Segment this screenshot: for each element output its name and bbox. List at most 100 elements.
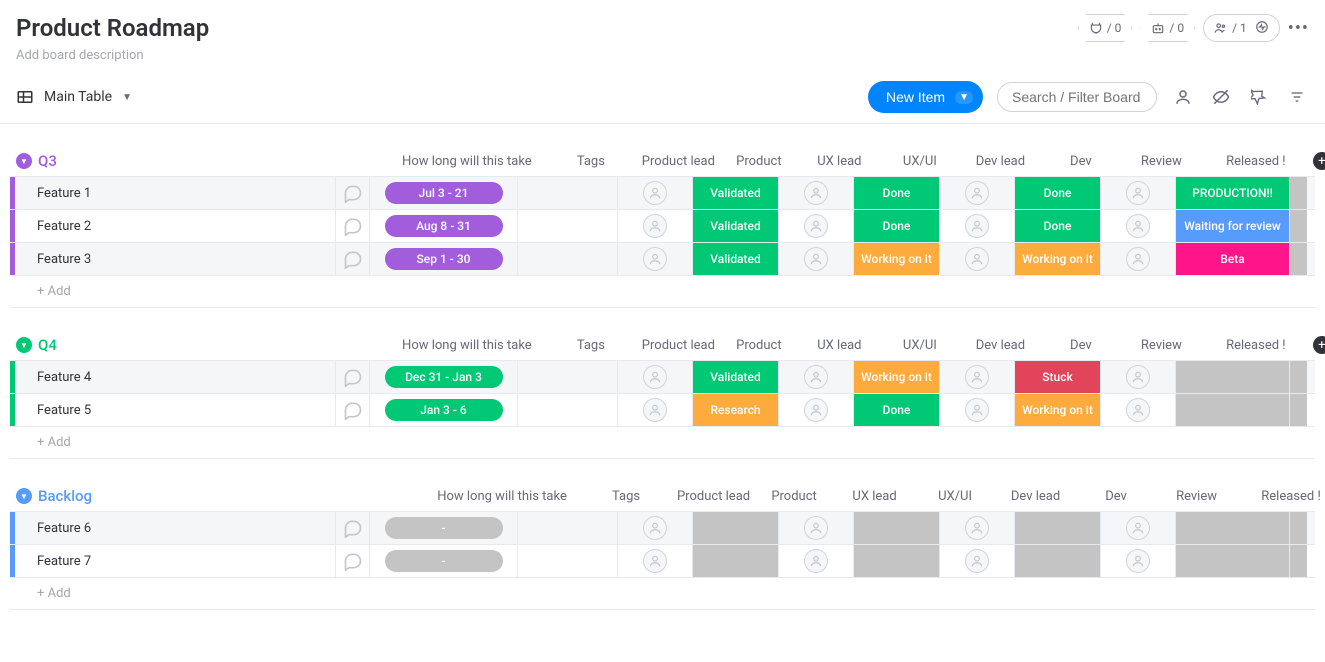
more-menu-button[interactable]: ••• (1288, 18, 1309, 39)
status-cell[interactable] (692, 512, 778, 544)
item-name[interactable]: Feature 4 (15, 370, 335, 385)
column-header[interactable]: Tags (541, 338, 641, 353)
item-name[interactable]: Feature 5 (15, 403, 335, 418)
person-cell[interactable] (1100, 394, 1175, 426)
person-cell[interactable] (617, 361, 692, 393)
status-cell[interactable] (1014, 512, 1100, 544)
item-name[interactable]: Feature 6 (15, 521, 335, 536)
tags-cell[interactable] (517, 545, 617, 577)
status-cell[interactable]: Done (853, 177, 939, 209)
chevron-down-icon[interactable]: ▼ (955, 91, 973, 104)
table-row[interactable]: Feature 5 Jan 3 - 6 Research Done Workin… (10, 393, 1315, 426)
person-cell[interactable] (939, 210, 1014, 242)
status-cell[interactable]: Working on it (1014, 243, 1100, 275)
timeline-cell[interactable]: Jan 3 - 6 (369, 394, 517, 426)
chat-button[interactable] (335, 243, 369, 275)
column-header[interactable]: Product (716, 154, 802, 169)
status-cell[interactable]: Stuck (1014, 361, 1100, 393)
status-cell[interactable] (1175, 361, 1289, 393)
person-cell[interactable] (939, 394, 1014, 426)
tags-cell[interactable] (517, 210, 617, 242)
status-cell[interactable] (1175, 512, 1289, 544)
members-badge[interactable]: / 1 (1203, 14, 1280, 42)
status-cell[interactable]: Done (1014, 210, 1100, 242)
status-cell[interactable] (1014, 545, 1100, 577)
collapse-button[interactable]: ▼ (16, 153, 32, 169)
timeline-cell[interactable]: - (369, 545, 517, 577)
integrations-badge[interactable]: / 0 (1078, 14, 1133, 42)
group-title[interactable]: Q4 (38, 336, 57, 354)
person-cell[interactable] (939, 177, 1014, 209)
add-item-row[interactable]: + Add (10, 275, 1315, 308)
status-cell[interactable]: Working on it (853, 243, 939, 275)
column-header[interactable]: Tags (576, 489, 676, 504)
item-name[interactable]: Feature 2 (15, 219, 335, 234)
column-header[interactable]: UX/UI (877, 154, 963, 169)
tags-cell[interactable] (517, 243, 617, 275)
column-header[interactable]: Product (716, 338, 802, 353)
table-row[interactable]: Feature 7 - (10, 544, 1315, 577)
person-cell[interactable] (1100, 177, 1175, 209)
tags-cell[interactable] (517, 177, 617, 209)
person-cell[interactable] (1100, 361, 1175, 393)
collapse-button[interactable]: ▼ (16, 488, 32, 504)
person-cell[interactable] (617, 177, 692, 209)
column-header[interactable]: How long will this take (428, 489, 576, 504)
person-cell[interactable] (939, 243, 1014, 275)
status-cell[interactable] (1175, 394, 1289, 426)
column-header[interactable]: Released ! (1199, 154, 1313, 169)
chat-button[interactable] (335, 394, 369, 426)
add-item-row[interactable]: + Add (10, 577, 1315, 610)
person-cell[interactable] (778, 210, 853, 242)
column-header[interactable]: Dev lead (963, 154, 1038, 169)
table-row[interactable]: Feature 1 Jul 3 - 21 Validated Done Done… (10, 176, 1315, 209)
item-name[interactable]: Feature 7 (15, 554, 335, 569)
column-header[interactable]: How long will this take (393, 338, 541, 353)
status-cell[interactable]: Validated (692, 243, 778, 275)
new-item-button[interactable]: New Item ▼ (868, 81, 983, 113)
status-cell[interactable]: Waiting for review (1175, 210, 1289, 242)
person-cell[interactable] (617, 545, 692, 577)
column-header[interactable]: Product lead (641, 338, 716, 353)
column-header[interactable]: UX lead (837, 489, 912, 504)
status-cell[interactable] (692, 545, 778, 577)
person-cell[interactable] (1100, 512, 1175, 544)
person-cell[interactable] (617, 243, 692, 275)
chat-button[interactable] (335, 545, 369, 577)
status-cell[interactable]: Research (692, 394, 778, 426)
column-header[interactable]: Released ! (1234, 489, 1325, 504)
item-name[interactable]: Feature 1 (15, 186, 335, 201)
status-cell[interactable] (1175, 545, 1289, 577)
board-description[interactable]: Add board description (16, 48, 209, 63)
hide-columns-button[interactable] (1209, 85, 1233, 109)
person-cell[interactable] (1100, 210, 1175, 242)
chat-button[interactable] (335, 177, 369, 209)
add-column-button[interactable]: + (1313, 336, 1325, 354)
status-cell[interactable]: Validated (692, 210, 778, 242)
add-column-button[interactable]: + (1313, 152, 1325, 170)
status-cell[interactable]: Done (1014, 177, 1100, 209)
person-cell[interactable] (1100, 545, 1175, 577)
column-header[interactable]: Product lead (641, 154, 716, 169)
person-cell[interactable] (778, 394, 853, 426)
person-cell[interactable] (778, 243, 853, 275)
table-row[interactable]: Feature 4 Dec 31 - Jan 3 Validated Worki… (10, 360, 1315, 393)
tags-cell[interactable] (517, 394, 617, 426)
chevron-down-icon[interactable]: ▼ (122, 92, 132, 103)
board-title[interactable]: Product Roadmap (16, 14, 209, 42)
timeline-cell[interactable]: Aug 8 - 31 (369, 210, 517, 242)
group-title[interactable]: Backlog (38, 487, 92, 505)
person-cell[interactable] (778, 512, 853, 544)
table-row[interactable]: Feature 2 Aug 8 - 31 Validated Done Done… (10, 209, 1315, 242)
timeline-cell[interactable]: Dec 31 - Jan 3 (369, 361, 517, 393)
add-item-row[interactable]: + Add (10, 426, 1315, 459)
column-header[interactable]: Review (1124, 154, 1199, 169)
column-header[interactable]: Product lead (676, 489, 751, 504)
column-header[interactable]: Released ! (1199, 338, 1313, 353)
status-cell[interactable]: Beta (1175, 243, 1289, 275)
status-cell[interactable]: Done (853, 394, 939, 426)
status-cell[interactable] (853, 545, 939, 577)
chat-button[interactable] (335, 361, 369, 393)
person-cell[interactable] (1100, 243, 1175, 275)
status-cell[interactable]: Validated (692, 361, 778, 393)
